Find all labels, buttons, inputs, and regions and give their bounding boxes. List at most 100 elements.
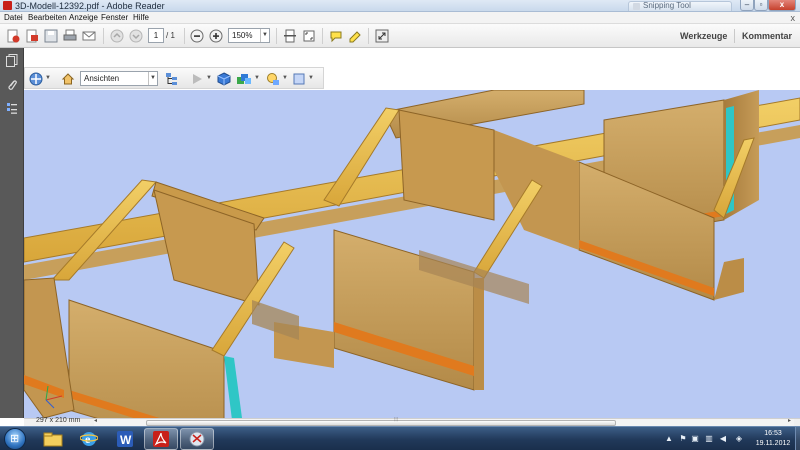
chevron-down-icon[interactable]: ▼ [308,75,314,81]
scroll-right-button[interactable]: ▸ [788,417,791,424]
page-number-input[interactable]: 1 [148,28,164,43]
snipping-tool-icon [189,431,205,447]
page-total-label: / 1 [166,31,175,40]
clock[interactable]: 16:53 19.11.2012 [752,429,794,449]
taskbar-adobe-reader[interactable] [144,428,178,450]
snipping-tool-icon [633,3,640,10]
close-button[interactable]: x [768,0,796,11]
start-button[interactable]: ⊞ [4,428,26,450]
cross-section-button[interactable] [291,71,307,86]
comment-icon [330,31,342,43]
previous-page-button[interactable] [109,28,125,44]
read-mode-button[interactable] [374,28,390,44]
fit-page-icon [284,29,296,43]
fit-page-button[interactable] [282,28,298,44]
comment-button[interactable] [328,28,344,44]
create-pdf-icon [7,29,20,43]
chevron-down-icon: ▼ [260,29,269,42]
chevron-down-icon[interactable]: ▼ [206,75,212,81]
document-area: ▼ Ansichten ▼ ▼ ▼ ▼ ▼ [24,48,800,418]
zoom-value: 150% [232,31,253,40]
views-value: Ansichten [84,74,120,83]
document-close-button[interactable]: x [791,12,796,24]
app-tray-icon[interactable]: ▣ [690,434,700,444]
attachments-icon [7,80,17,90]
show-desktop-button[interactable] [795,427,800,450]
zoom-in-button[interactable] [208,28,224,44]
tools-pane-button[interactable]: Werkzeuge [680,24,727,48]
pages-panel-icon [5,54,17,67]
scroll-left-button[interactable]: ◂ [94,417,97,424]
menu-window[interactable]: Fenster [101,12,128,24]
app-icon [3,1,12,10]
background-window-title: Snipping Tool [643,1,691,10]
comment-pane-button[interactable]: Kommentar [742,24,792,48]
attachments-panel-button[interactable] [5,78,18,91]
toolbar-3d: ▼ Ansichten ▼ ▼ ▼ ▼ ▼ [24,67,324,89]
chevron-down-icon: ▼ [148,72,157,85]
save-button[interactable] [43,28,59,44]
save-icon [44,29,58,43]
play-animation-button[interactable] [189,71,205,86]
3d-model-viewport[interactable] [24,90,800,418]
menu-help[interactable]: Hilfe [133,12,149,24]
pages-panel-button[interactable] [5,54,18,67]
views-select[interactable]: Ansichten ▼ [80,71,158,86]
taskbar-snipping-tool[interactable] [180,428,214,450]
play-icon [193,73,202,84]
status-bar: 297 x 210 mm ◂ ⦙⦙⦙ ▸ [24,417,800,427]
volume-icon[interactable]: ◀ [718,434,728,444]
print-button[interactable] [62,28,78,44]
toolbar-separator [276,28,277,44]
menu-bar: Datei Bearbeiten Anzeige Fenster Hilfe x [0,12,800,24]
menu-file[interactable]: Datei [4,12,23,24]
open-button[interactable] [24,28,40,44]
layers-icon [6,103,17,114]
email-button[interactable] [81,28,97,44]
fit-width-button[interactable] [301,28,317,44]
model-tree-button[interactable] [164,71,180,86]
background-color-icon [267,72,279,85]
network-icon[interactable]: ▥ [704,434,714,444]
svg-text:e: e [85,432,91,446]
fit-width-icon [303,30,315,42]
chevron-down-icon[interactable]: ▼ [282,75,288,81]
title-bar: 3D-Modell-12392.pdf - Adobe Reader Snipp… [0,0,800,12]
open-icon [26,29,38,43]
taskbar-internet-explorer[interactable]: e [72,428,106,450]
adobe-reader-icon [153,431,169,447]
flag-icon[interactable]: ⚑ [678,434,688,444]
frame-2-leg [474,278,484,390]
home-view-button[interactable] [60,71,76,86]
chevron-down-icon[interactable]: ▼ [254,75,260,81]
home-icon [61,72,75,84]
rotate-tool-button[interactable] [28,71,44,86]
toolbar-separator [184,28,185,44]
clock-time: 16:53 [764,430,782,437]
render-mode-icon [217,71,231,86]
maximize-button[interactable]: ▫ [754,0,768,11]
create-pdf-button[interactable] [5,28,21,44]
show-hidden-icons-button[interactable]: ▲ [664,434,674,444]
next-page-button[interactable] [128,28,144,44]
print-icon [63,29,77,41]
lighting-button[interactable] [236,71,252,86]
taskbar-explorer[interactable] [36,428,70,450]
background-window-tab[interactable]: Snipping Tool [628,1,732,11]
background-color-button[interactable] [265,71,281,86]
zoom-select[interactable]: 150% ▼ [228,28,270,43]
highlight-button[interactable] [347,28,363,44]
menu-edit[interactable]: Bearbeiten [28,12,67,24]
toolbar-separator [103,28,104,44]
taskbar-word[interactable]: W [108,428,142,450]
zoom-out-button[interactable] [189,28,205,44]
toolbar-separator [322,28,323,44]
main-toolbar: 1 / 1 150% ▼ Werkzeuge Kommentar [0,24,800,48]
render-mode-button[interactable] [216,71,232,86]
email-icon [82,31,96,41]
menu-view[interactable]: Anzeige [69,12,98,24]
chevron-down-icon[interactable]: ▼ [45,75,51,81]
minimize-button[interactable]: – [740,0,754,11]
security-icon[interactable]: ◈ [734,434,744,444]
layers-panel-button[interactable] [5,102,18,115]
